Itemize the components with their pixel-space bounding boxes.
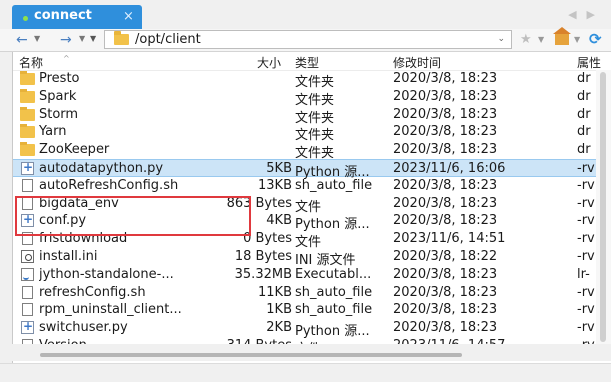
- file-size: 35.32MB: [234, 266, 292, 282]
- file-name: Yarn: [39, 124, 67, 140]
- file-row[interactable]: switchuser.py2KBPython 源...2020/3/8, 18:…: [13, 319, 611, 339]
- file-row[interactable]: jython-standalone-... 35.32MB Executabl...…: [13, 266, 611, 284]
- file-type: sh_auto_file: [295, 284, 373, 300]
- sort-caret-icon: ^: [63, 54, 70, 63]
- file-name: ZooKeeper: [39, 142, 110, 158]
- vertical-scrollbar[interactable]: [596, 70, 611, 344]
- path-history-dropdown-icon[interactable]: ⌄: [497, 34, 505, 44]
- file-name: autoRefreshConfig.sh: [39, 177, 179, 193]
- python-file-icon: [21, 160, 34, 175]
- home-folder-icon[interactable]: [553, 27, 571, 45]
- file-modified: 2020/3/8, 18:23: [393, 284, 498, 300]
- file-name: install.ini: [39, 248, 98, 264]
- tab-scroll-arrows-icon[interactable]: ◀▶: [568, 8, 605, 21]
- file-modified: 2020/3/8, 18:23: [393, 266, 498, 282]
- home-dropdown-icon[interactable]: ▼: [574, 35, 580, 44]
- file-row[interactable]: rpm_uninstall_client... 1KB sh_auto_file 20…: [13, 301, 611, 319]
- file-modified: 2020/3/8, 18:23: [393, 195, 498, 211]
- file-name: jython-standalone-...: [39, 266, 174, 282]
- file-modified: 2020/3/8, 18:23: [393, 124, 498, 140]
- file-size: 13KB: [258, 177, 292, 193]
- folder-icon: [20, 88, 35, 103]
- vertical-scroll-thumb[interactable]: [600, 72, 606, 342]
- file-name: Storm: [39, 106, 79, 122]
- file-name: switchuser.py: [39, 320, 128, 336]
- file-icon: [22, 178, 33, 192]
- path-text: /opt/client: [135, 32, 201, 47]
- back-dropdown-icon[interactable]: ▼: [34, 34, 40, 43]
- forward-arrow-icon[interactable]: →: [60, 32, 72, 48]
- file-type: Executabl...: [295, 266, 372, 282]
- bookmark-star-icon[interactable]: ★: [520, 32, 532, 47]
- folder-icon: [20, 142, 35, 157]
- file-row[interactable]: install.ini 18 Bytes INI 源文件 2020/3/8, 18:2…: [13, 248, 611, 268]
- tab-connect[interactable]: connect ×: [12, 5, 142, 29]
- refresh-icon[interactable]: ⟳: [589, 30, 602, 48]
- tab-bar: connect × ◀▶: [0, 0, 611, 30]
- tab-title: connect: [34, 8, 92, 23]
- file-row[interactable]: ZooKeeper 文件夹 2020/3/8, 18:23 dr: [13, 141, 611, 161]
- file-size: 5KB: [266, 160, 292, 176]
- file-name: Spark: [39, 88, 77, 104]
- file-icon: [22, 285, 33, 299]
- connection-status-icon: [23, 16, 28, 21]
- file-size: 2KB: [266, 320, 292, 336]
- file-modified: 2020/3/8, 18:23: [393, 142, 498, 158]
- file-name: rpm_uninstall_client...: [39, 302, 182, 318]
- file-size: 11KB: [258, 284, 292, 300]
- file-row[interactable]: autodatapython.py5KBPython 源...2023/11/6…: [13, 158, 611, 180]
- file-modified: 2020/3/8, 18:23: [393, 106, 498, 122]
- file-row[interactable]: Presto 文件夹 2020/3/8, 18:23 dr: [13, 70, 611, 90]
- ini-file-icon: [21, 249, 34, 263]
- file-name: refreshConfig.sh: [39, 284, 146, 300]
- folder-icon: [20, 71, 35, 85]
- back-arrow-icon[interactable]: ←: [16, 32, 28, 48]
- up-dropdown-icon[interactable]: ▼: [90, 34, 96, 43]
- file-modified: 2020/3/8, 18:23: [393, 320, 498, 336]
- file-modified: 2023/11/6, 14:51: [393, 231, 506, 247]
- file-size: 18 Bytes: [234, 248, 292, 264]
- file-modified: 2020/3/8, 18:23: [393, 177, 498, 193]
- folder-icon: [114, 31, 129, 45]
- column-name[interactable]: 名称: [19, 54, 43, 71]
- file-modified: 2020/3/8, 18:23: [393, 302, 498, 318]
- forward-dropdown-icon[interactable]: ▼: [79, 34, 85, 43]
- file-size: 1KB: [266, 302, 292, 318]
- file-modified: 2020/3/8, 18:23: [393, 213, 498, 229]
- file-list: 名称 ^ 大小 类型 修改时间 属性 Presto 文件夹 2020/3/8, 18…: [12, 52, 611, 363]
- file-modified: 2020/3/8, 18:22: [393, 248, 498, 264]
- python-file-icon: [21, 319, 34, 335]
- file-icon: [22, 303, 33, 317]
- file-type: sh_auto_file: [295, 302, 373, 318]
- column-type[interactable]: 类型: [295, 54, 319, 71]
- jar-file-icon: [21, 267, 34, 281]
- file-modified: 2020/3/8, 18:23: [393, 88, 498, 104]
- file-name: autodatapython.py: [39, 160, 164, 176]
- file-type: sh_auto_file: [295, 177, 373, 193]
- file-row[interactable]: Yarn 文件夹 2020/3/8, 18:23 dr: [13, 123, 611, 143]
- horizontal-scrollbar[interactable]: [12, 344, 611, 361]
- column-size[interactable]: 大小: [257, 54, 281, 71]
- file-row[interactable]: refreshConfig.sh 11KB sh_auto_file 2020/3/8…: [13, 284, 611, 302]
- column-header: 名称 ^ 大小 类型 修改时间 属性: [13, 52, 611, 71]
- file-row[interactable]: Storm 文件夹 2020/3/8, 18:23 dr: [13, 106, 611, 126]
- status-bar: [0, 363, 611, 382]
- column-modified[interactable]: 修改时间: [393, 54, 441, 71]
- highlight-box: [15, 196, 251, 236]
- file-name: Presto: [39, 71, 80, 86]
- file-row[interactable]: autoRefreshConfig.sh 13KB sh_auto_file 2020…: [13, 177, 611, 195]
- file-row[interactable]: Spark 文件夹 2020/3/8, 18:23 dr: [13, 88, 611, 108]
- folder-icon: [20, 106, 35, 121]
- tab-close-icon[interactable]: ×: [123, 9, 134, 24]
- bookmark-dropdown-icon[interactable]: ▼: [538, 35, 544, 44]
- file-modified: 2020/3/8, 18:23: [393, 71, 498, 86]
- horizontal-scroll-thumb[interactable]: [40, 353, 462, 357]
- file-modified: 2023/11/6, 16:06: [393, 160, 506, 176]
- folder-icon: [20, 124, 35, 139]
- column-attributes[interactable]: 属性: [577, 54, 601, 71]
- address-toolbar: ← ▼ → ▼ ▼ /opt/client ⌄ ★ ▼ ▼ ⟳: [0, 27, 611, 52]
- path-input[interactable]: /opt/client ⌄: [104, 30, 512, 49]
